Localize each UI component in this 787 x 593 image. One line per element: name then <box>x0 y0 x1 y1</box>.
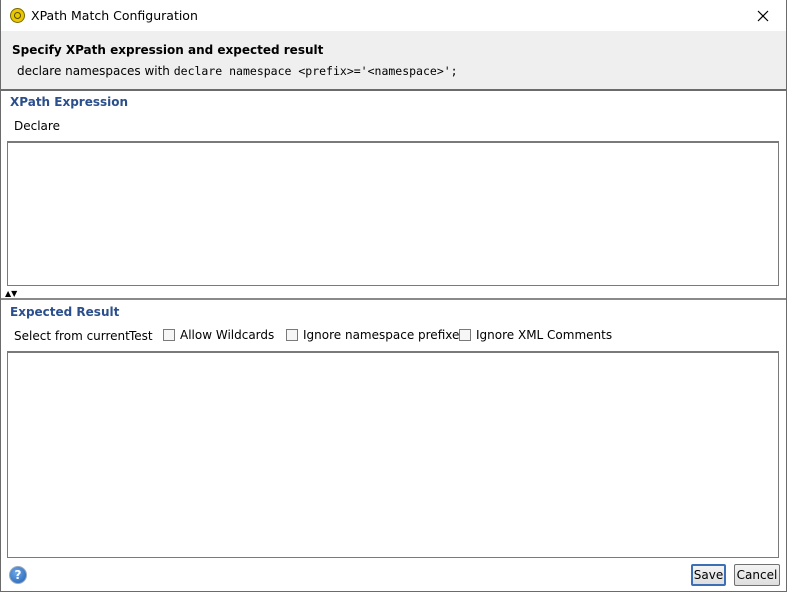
select-from-current-button[interactable]: Select from current <box>14 329 130 343</box>
test-button[interactable]: Test <box>129 329 153 343</box>
checkbox-label: Ignore namespace prefixes <box>303 328 466 342</box>
expected-result-input[interactable] <box>7 351 779 558</box>
checkbox-box[interactable] <box>163 329 175 341</box>
header-description: declare namespaces with declare namespac… <box>17 64 458 78</box>
help-icon[interactable]: ? <box>9 566 27 584</box>
ignore-namespace-prefixes-checkbox[interactable]: Ignore namespace prefixes <box>286 328 466 342</box>
header-title: Specify XPath expression and expected re… <box>12 43 324 57</box>
close-icon <box>757 10 769 21</box>
xpath-expression-title: XPath Expression <box>10 95 129 109</box>
dialog-header: Specify XPath expression and expected re… <box>1 31 786 91</box>
xpath-expression-input[interactable] <box>7 141 779 286</box>
header-description-code: declare namespace <prefix>='<namespace>'… <box>173 64 458 78</box>
splitter-arrows-icon[interactable]: ▲▼ <box>5 290 17 298</box>
checkbox-label: Allow Wildcards <box>180 328 275 342</box>
cancel-button[interactable]: Cancel <box>734 564 780 586</box>
save-button[interactable]: Save <box>691 564 726 586</box>
allow-wildcards-checkbox[interactable]: Allow Wildcards <box>163 328 274 342</box>
window-title: XPath Match Configuration <box>31 8 198 23</box>
close-button[interactable] <box>740 0 786 31</box>
declare-button[interactable]: Declare <box>14 119 60 133</box>
splitter-line <box>1 298 786 300</box>
checkbox-label: Ignore XML Comments <box>476 328 613 342</box>
ignore-xml-comments-checkbox[interactable]: Ignore XML Comments <box>459 328 612 342</box>
expected-result-title: Expected Result <box>10 305 120 319</box>
soapui-icon <box>10 8 25 23</box>
checkbox-box[interactable] <box>286 329 298 341</box>
title-bar: XPath Match Configuration <box>1 0 786 31</box>
splitter[interactable]: ▲▼ <box>1 290 786 300</box>
checkbox-box[interactable] <box>459 329 471 341</box>
dialog-window: XPath Match Configuration Specify XPath … <box>0 0 787 592</box>
header-description-text: declare namespaces with <box>17 64 174 78</box>
